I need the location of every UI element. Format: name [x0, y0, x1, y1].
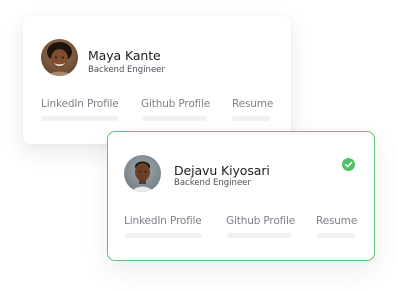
github-placeholder — [142, 116, 207, 121]
avatar — [41, 39, 78, 76]
github-placeholder — [227, 233, 292, 238]
candidate-name: Maya Kante — [88, 48, 161, 63]
resume-link[interactable]: Resume — [232, 98, 273, 110]
linkedin-profile-link[interactable]: LinkedIn Profile — [41, 98, 119, 110]
candidate-card-dejavu-kiyosari[interactable]: Dejavu Kiyosari Backend Engineer LinkedI… — [107, 131, 375, 261]
resume-placeholder — [317, 233, 355, 238]
candidate-card-maya-kante[interactable]: Maya Kante Backend Engineer LinkedIn Pro… — [23, 16, 291, 144]
candidate-name: Dejavu Kiyosari — [174, 163, 270, 178]
candidate-role: Backend Engineer — [88, 65, 165, 75]
resume-placeholder — [232, 116, 270, 121]
candidate-role: Backend Engineer — [174, 178, 251, 188]
linkedin-profile-link[interactable]: LinkedIn Profile — [124, 215, 202, 227]
resume-link[interactable]: Resume — [316, 215, 357, 227]
avatar — [124, 155, 161, 192]
linkedin-placeholder — [41, 116, 118, 121]
github-profile-link[interactable]: Github Profile — [226, 215, 295, 227]
linkedin-placeholder — [125, 233, 202, 238]
github-profile-link[interactable]: Github Profile — [141, 98, 210, 110]
check-circle-icon — [342, 158, 355, 171]
